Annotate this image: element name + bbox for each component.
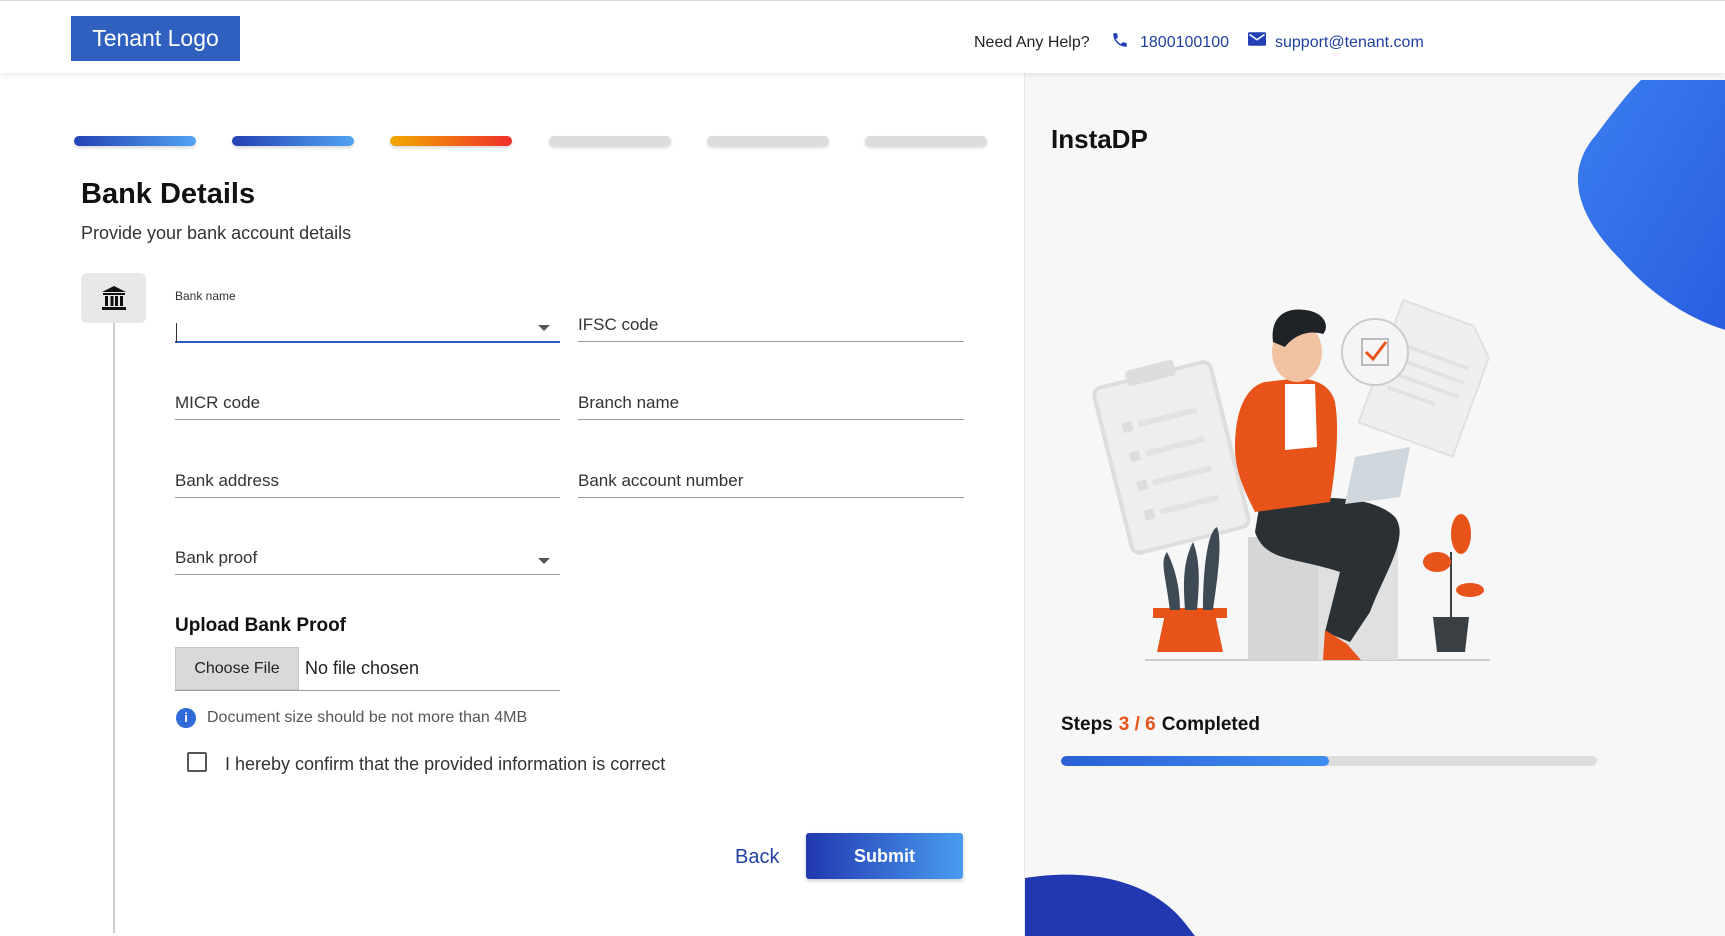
page-subtitle: Provide your bank account details [81, 223, 352, 243]
chevron-down-icon [538, 558, 550, 564]
bank-icon [81, 273, 146, 323]
confirm-label: I hereby confirm that the provided infor… [225, 754, 666, 774]
mail-icon [1248, 32, 1266, 46]
upload-info-text: Document size should be not more than 4M… [207, 709, 528, 726]
bank-address-label: Bank address [175, 471, 279, 490]
bank-account-number-label: Bank account number [578, 471, 744, 490]
section-line [113, 323, 115, 933]
back-button[interactable]: Back [735, 846, 779, 869]
step-6 [865, 136, 987, 146]
ifsc-code-field[interactable]: IFSC code [578, 301, 964, 342]
bank-name-label: Bank name [175, 289, 236, 303]
page-title: Bank Details [81, 178, 256, 210]
text-cursor [176, 323, 177, 343]
phone-icon [1113, 33, 1127, 47]
panel-title: InstaDP [1051, 124, 1148, 154]
email-link[interactable]: support@tenant.com [1275, 34, 1424, 52]
info-icon: i [176, 708, 196, 728]
micr-code-field[interactable]: MICR code [175, 379, 560, 420]
branch-name-label: Branch name [578, 393, 680, 412]
steps-separator: / [1134, 714, 1140, 735]
step-2 [232, 136, 354, 146]
bank-proof-select[interactable]: Bank proof [175, 534, 560, 575]
decorative-blob [1578, 80, 1725, 330]
bank-name-select[interactable]: Bank name [175, 289, 560, 343]
chevron-down-icon [538, 325, 550, 331]
confirm-checkbox[interactable] [187, 752, 207, 772]
steps-progress-bar [1061, 756, 1597, 766]
progress-stepper [74, 136, 987, 148]
decorative-blob [1025, 874, 1195, 936]
steps-suffix: Completed [1161, 714, 1260, 735]
side-panel: InstaDP Steps 3 / 6 Completed [1024, 72, 1725, 936]
person-with-tablet-illustration [1092, 298, 1490, 661]
bank-address-field[interactable]: Bank address [175, 457, 560, 498]
steps-completed: Steps 3 / 6 Completed [1061, 714, 1260, 736]
step-5 [707, 136, 829, 146]
file-input: Choose File No file chosen [175, 647, 560, 691]
help-text: Need Any Help? [974, 34, 1090, 51]
choose-file-button[interactable]: Choose File [175, 647, 299, 690]
phone-link[interactable]: 1800100100 [1140, 34, 1229, 52]
ifsc-code-label: IFSC code [578, 315, 659, 334]
submit-button[interactable]: Submit [806, 833, 963, 879]
bank-proof-label: Bank proof [175, 548, 258, 567]
file-status: No file chosen [305, 658, 420, 678]
steps-current: 3 [1118, 714, 1130, 735]
step-1 [74, 136, 196, 146]
upload-title: Upload Bank Proof [175, 615, 347, 636]
steps-total: 6 [1145, 714, 1156, 735]
top-header: Tenant Logo Need Any Help? 1800100100 su… [0, 0, 1725, 73]
branch-name-field[interactable]: Branch name [578, 379, 964, 420]
step-4 [549, 136, 671, 146]
bank-account-number-field[interactable]: Bank account number [578, 457, 964, 498]
micr-code-label: MICR code [175, 393, 261, 412]
steps-progress-fill [1061, 756, 1329, 766]
tenant-logo[interactable]: Tenant Logo [71, 16, 240, 61]
steps-prefix: Steps [1061, 714, 1113, 735]
step-3 [390, 136, 512, 146]
